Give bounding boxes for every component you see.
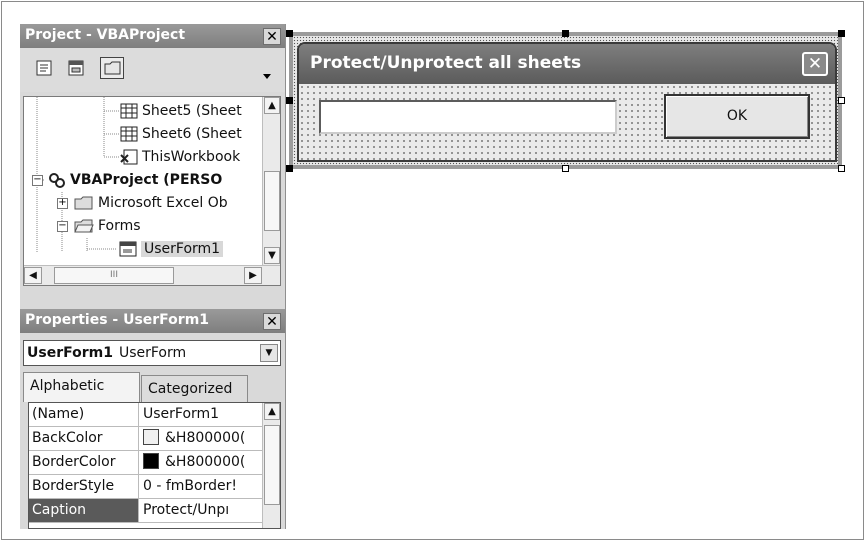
tree-item-label: Sheet5 (Sheet <box>142 103 242 119</box>
property-value-cell[interactable]: &H800000( <box>139 427 263 450</box>
color-swatch <box>143 453 159 469</box>
tab-categorized[interactable]: Categorized <box>141 375 248 403</box>
scroll-down-icon[interactable]: ▼ <box>264 247 280 264</box>
scroll-right-icon[interactable]: ▶ <box>244 267 262 284</box>
folder-icon <box>74 196 93 210</box>
userform-close-button[interactable]: ✕ <box>802 52 828 76</box>
property-grid-scrollbar[interactable]: ▲ <box>262 403 280 528</box>
open-folder-icon <box>74 219 94 233</box>
project-tree: Sheet5 (Sheet Sheet6 (Sheet ThisWorkbook… <box>23 96 281 286</box>
worksheet-icon <box>120 103 138 119</box>
tree-collapse-icon[interactable]: − <box>32 175 43 186</box>
ok-button[interactable]: OK <box>664 94 810 139</box>
view-code-icon[interactable] <box>32 57 56 79</box>
resize-handle[interactable] <box>286 97 293 104</box>
resize-handle[interactable] <box>286 165 293 172</box>
tree-item-label: Sheet6 (Sheet <box>142 126 242 142</box>
left-dock: Project - VBAProject ✕ Sheet5 (Sheet She… <box>20 24 286 529</box>
userform-caption: Protect/Unprotect all sheets <box>310 53 582 73</box>
property-name: BackColor <box>29 427 139 450</box>
tree-item-excel-objects[interactable]: Microsoft Excel Ob <box>74 192 228 214</box>
tree-collapse-icon[interactable]: − <box>57 221 68 232</box>
tree-item-label: Forms <box>98 218 141 234</box>
toggle-folders-icon[interactable] <box>100 57 124 79</box>
property-value: &H800000( <box>165 454 246 470</box>
tree-item-thisworkbook[interactable]: ThisWorkbook <box>120 146 240 168</box>
project-explorer-close-button[interactable]: ✕ <box>263 28 281 45</box>
scroll-thumb[interactable] <box>264 425 280 505</box>
userform-titlebar: Protect/Unprotect all sheets ✕ <box>299 44 835 84</box>
password-textbox[interactable] <box>319 100 617 134</box>
property-value[interactable]: 0 - fmBorder! <box>139 475 263 498</box>
tree-item-sheet6[interactable]: Sheet6 (Sheet <box>120 123 242 145</box>
properties-title: Properties - UserForm1 <box>25 312 210 328</box>
tree-item-userform1[interactable]: UserForm1 <box>119 238 224 260</box>
workbook-icon <box>120 149 138 165</box>
project-explorer-title: Project - VBAProject <box>25 27 186 43</box>
tree-expand-icon[interactable]: + <box>57 198 68 209</box>
scroll-thumb[interactable]: III <box>54 267 174 284</box>
property-grid: (Name) UserForm1 BackColor &H800000( Bor… <box>28 402 281 529</box>
property-name: (Name) <box>29 403 139 426</box>
property-row-bordercolor[interactable]: BorderColor &H800000( <box>29 451 263 475</box>
tree-vertical-scrollbar[interactable]: ▲ ▼ <box>262 97 280 265</box>
object-type: UserForm <box>118 345 187 361</box>
resize-handle[interactable] <box>838 30 845 37</box>
tree-item-vbaproject[interactable]: VBAProject (PERSO <box>48 169 222 191</box>
color-swatch <box>143 429 159 445</box>
resize-handle[interactable] <box>562 30 569 37</box>
scroll-up-icon[interactable]: ▲ <box>264 403 280 420</box>
properties-tabs: Alphabetic Categorized <box>23 372 281 403</box>
tree-horizontal-scrollbar[interactable]: ◀ III ▶ <box>24 265 280 285</box>
tree-item-label: ThisWorkbook <box>142 149 241 165</box>
tree-item-label: Microsoft Excel Ob <box>98 195 228 211</box>
property-row-backcolor[interactable]: BackColor &H800000( <box>29 427 263 451</box>
scroll-left-icon[interactable]: ◀ <box>24 267 42 284</box>
vba-project-icon <box>49 173 65 188</box>
resize-handle[interactable] <box>838 165 845 172</box>
tree-item-label: VBAProject (PERSO <box>70 172 223 188</box>
tab-alphabetic[interactable]: Alphabetic <box>23 372 140 402</box>
userform-icon <box>119 241 137 257</box>
resize-handle[interactable] <box>562 165 569 172</box>
properties-titlebar: Properties - UserForm1 ✕ <box>20 309 285 333</box>
scroll-up-icon[interactable]: ▲ <box>264 97 280 114</box>
property-value: &H800000( <box>165 430 246 446</box>
toolbar-dropdown-icon[interactable] <box>263 74 271 80</box>
property-value[interactable]: UserForm1 <box>139 403 263 426</box>
chevron-down-icon[interactable]: ▼ <box>260 344 278 362</box>
worksheet-icon <box>120 126 138 142</box>
tree-item-label: UserForm1 <box>141 241 224 257</box>
project-explorer-titlebar: Project - VBAProject ✕ <box>20 24 285 48</box>
object-name: UserForm1 <box>27 345 113 361</box>
resize-handle[interactable] <box>838 97 845 104</box>
object-selector[interactable]: UserForm1 UserForm ▼ <box>23 340 281 366</box>
property-value[interactable]: Protect/Unpı <box>139 499 263 522</box>
tree-item-forms[interactable]: Forms <box>74 215 141 237</box>
property-name: BorderStyle <box>29 475 139 498</box>
property-value-cell[interactable]: &H800000( <box>139 451 263 474</box>
property-name: BorderColor <box>29 451 139 474</box>
property-row-borderstyle[interactable]: BorderStyle 0 - fmBorder! <box>29 475 263 499</box>
tree-item-sheet5[interactable]: Sheet5 (Sheet <box>120 100 242 122</box>
resize-handle[interactable] <box>286 30 293 37</box>
project-explorer-toolbar <box>20 48 285 92</box>
userform-window[interactable]: Protect/Unprotect all sheets ✕ OK <box>297 42 837 162</box>
property-row-caption[interactable]: Caption Protect/Unpı <box>29 499 263 523</box>
property-name: Caption <box>29 499 139 522</box>
userform-body: OK <box>299 84 835 160</box>
view-object-icon[interactable] <box>64 57 88 79</box>
scroll-thumb[interactable] <box>264 171 280 231</box>
property-row-name[interactable]: (Name) UserForm1 <box>29 403 263 427</box>
properties-close-button[interactable]: ✕ <box>263 313 281 330</box>
